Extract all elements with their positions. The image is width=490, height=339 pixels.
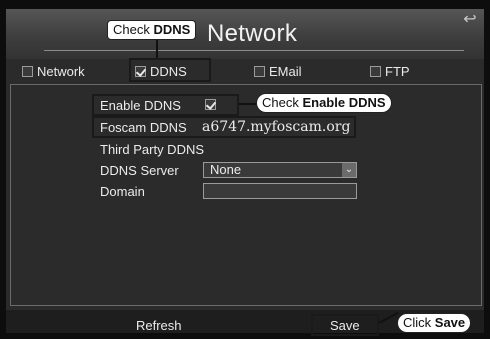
ddns-server-selected: None [210, 162, 242, 177]
callout-check-ddns-bold: DDNS [153, 22, 191, 37]
callout-check-enable-prefix: Check [262, 95, 303, 110]
tab-ftp-label: FTP [385, 63, 410, 79]
callout-click-save-bold: Save [434, 315, 466, 330]
callout-check-ddns: Check DDNS [107, 20, 197, 40]
highlight-foscam-ddns [92, 116, 356, 138]
back-arrow-icon[interactable]: ↩ [458, 10, 482, 30]
tab-email-checkbox[interactable] [254, 65, 265, 77]
highlight-save-button [311, 314, 379, 336]
highlight-ddns-tab [129, 58, 211, 82]
third-party-ddns-label: Third Party DDNS [100, 142, 205, 157]
tab-network-checkbox[interactable] [22, 65, 33, 77]
callout-check-enable-ddns: Check Enable DDNS [256, 93, 392, 113]
tab-network[interactable]: Network [22, 62, 85, 80]
tab-network-label: Network [37, 63, 85, 79]
domain-input[interactable] [203, 183, 357, 199]
domain-label: Domain [100, 184, 145, 199]
title-divider [44, 50, 464, 51]
highlight-enable-ddns [92, 94, 239, 116]
tab-ftp[interactable]: FTP [370, 62, 410, 80]
ddns-server-label: DDNS Server [100, 163, 179, 178]
callout-pointer-ddns [156, 40, 158, 60]
callout-click-save-prefix: Click [403, 315, 435, 330]
window-title: Network [207, 20, 298, 47]
tab-ftp-checkbox[interactable] [370, 65, 381, 77]
ddns-server-select[interactable]: None ⌄ [203, 162, 357, 178]
tab-email[interactable]: EMail [254, 62, 302, 80]
chevron-down-icon[interactable]: ⌄ [342, 163, 356, 177]
refresh-button[interactable]: Refresh [136, 318, 182, 333]
callout-check-enable-bold: Enable DDNS [302, 95, 386, 110]
callout-click-save: Click Save [397, 313, 472, 333]
tab-email-label: EMail [269, 63, 302, 79]
callout-check-ddns-prefix: Check [113, 22, 154, 37]
